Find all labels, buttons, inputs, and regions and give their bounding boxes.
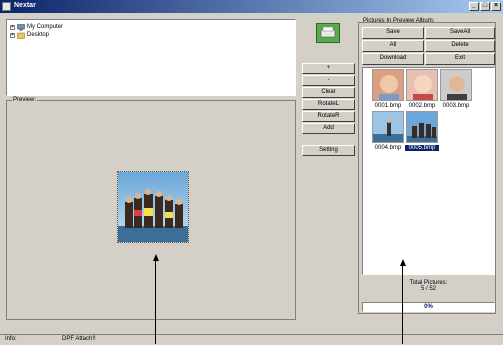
delete-button[interactable]: Delete — [425, 40, 495, 52]
download-button[interactable]: Download — [362, 53, 424, 65]
window-title: Nextar — [14, 2, 36, 9]
desktop-icon — [17, 32, 25, 39]
thumbnail-image[interactable] — [372, 69, 404, 101]
preview-label: Preview: — [12, 97, 38, 103]
expand-icon[interactable]: + — [10, 32, 15, 38]
total-pictures-value: 5 / 52 — [420, 286, 436, 292]
minimize-button[interactable]: _ — [469, 2, 479, 11]
tree-item-label: My Computer — [27, 24, 64, 30]
callout-arrow-album — [400, 259, 406, 266]
total-pictures-box: Total Pictures: 5 / 52 — [362, 276, 495, 300]
thumbnail-label[interactable]: 0002.bmp — [405, 103, 439, 109]
zoom-in-button[interactable]: + — [302, 63, 355, 74]
main-window: Nextar _ □ × + My Computer + Desktop Pre… — [0, 0, 503, 345]
exit-button[interactable]: Exit — [425, 53, 495, 65]
thumbnail-image[interactable] — [372, 111, 404, 143]
clear-button[interactable]: Clear — [302, 87, 355, 98]
computer-icon — [17, 23, 25, 31]
info-value: DPF Attach!! — [62, 336, 96, 342]
rotate-right-button[interactable]: RotateR — [302, 111, 355, 122]
title-bar[interactable]: Nextar _ □ × — [0, 0, 503, 13]
thumbnail-label-selected[interactable]: 0005.bmp — [405, 145, 439, 151]
progress-text: 0% — [424, 304, 433, 310]
preview-image — [117, 171, 189, 243]
rotate-left-button[interactable]: RotateL — [302, 99, 355, 110]
tree-item-label: Desktop — [27, 32, 50, 38]
app-icon — [2, 2, 11, 11]
tree-item-desktop[interactable]: + Desktop — [10, 31, 49, 39]
info-label: Info: — [5, 336, 17, 342]
save-all-button[interactable]: SaveAll — [425, 27, 495, 39]
add-button[interactable]: Add — [302, 123, 355, 134]
thumbnail-image[interactable] — [406, 111, 438, 143]
callout-arrow-preview — [153, 254, 159, 261]
thumbnail-label[interactable]: 0003.bmp — [439, 103, 473, 109]
save-button[interactable]: Save — [362, 27, 424, 39]
thumbnail-image[interactable] — [440, 69, 472, 101]
callout-line-album — [402, 265, 403, 344]
folder-tree[interactable]: + My Computer + Desktop — [6, 19, 296, 96]
callout-line-preview — [155, 260, 156, 344]
close-button[interactable]: × — [491, 2, 501, 11]
maximize-button[interactable]: □ — [480, 2, 490, 11]
setting-button[interactable]: Setting — [302, 145, 355, 156]
status-bar: Info: DPF Attach!! — [0, 334, 503, 345]
select-all-button[interactable]: All — [362, 40, 424, 52]
download-progress: 0% — [362, 302, 495, 312]
tree-item-my-computer[interactable]: + My Computer — [10, 23, 63, 31]
zoom-out-button[interactable]: - — [302, 75, 355, 86]
expand-icon[interactable]: + — [10, 24, 15, 30]
scanner-icon[interactable] — [316, 23, 340, 43]
thumbnail-label[interactable]: 0004.bmp — [371, 145, 405, 151]
thumbnail-label[interactable]: 0001.bmp — [371, 103, 405, 109]
thumbnail-image[interactable] — [406, 69, 438, 101]
